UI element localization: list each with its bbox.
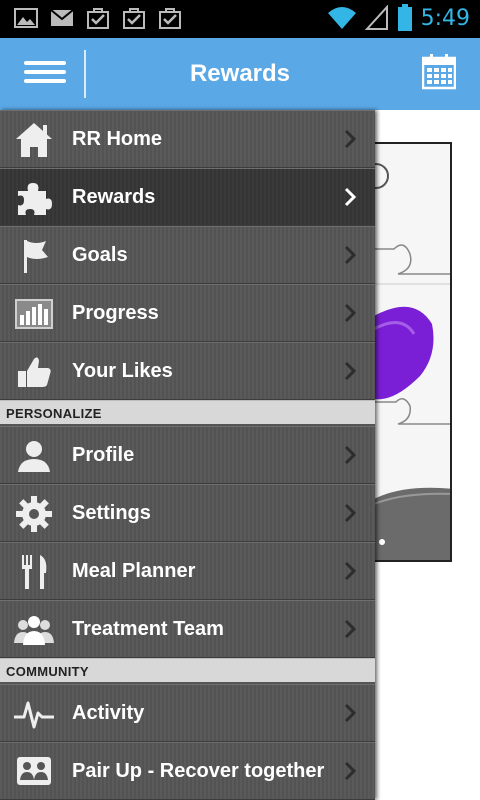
drawer-item-treatment-team[interactable]: Treatment Team (0, 600, 375, 658)
gmail-icon (50, 9, 74, 26)
signal-icon (364, 5, 388, 30)
thumbs-up-icon (18, 357, 51, 387)
battery-icon (397, 4, 412, 31)
group-icon (14, 616, 54, 645)
drawer-item-label: Progress (72, 302, 159, 324)
drawer-item-label: Pair Up - Recover together (72, 760, 325, 782)
calendar-icon[interactable] (422, 54, 456, 90)
chevron-right-icon (344, 761, 357, 781)
checkbox-bag-icon (123, 8, 145, 29)
drawer-item-rr-home[interactable]: RR Home (0, 110, 375, 168)
chevron-right-icon (344, 503, 357, 523)
chevron-right-icon (344, 619, 357, 639)
drawer-item-activity[interactable]: Activity (0, 684, 375, 742)
image-icon (14, 8, 38, 28)
flag-icon (24, 240, 48, 273)
app-bar: Rewards (0, 38, 480, 110)
drawer-item-label: RR Home (72, 128, 163, 150)
drawer-item-profile[interactable]: Profile (0, 426, 375, 484)
section-title: PERSONALIZE (6, 406, 102, 421)
pulse-icon (14, 701, 54, 729)
drawer-item-label: Activity (72, 702, 145, 724)
section-header-community: COMMUNITY (0, 658, 375, 682)
drawer-item-label: Settings (72, 502, 151, 524)
drawer-item-label: Profile (72, 444, 135, 466)
pair-icon (17, 757, 51, 785)
clock: 5:49 (420, 5, 470, 31)
fork-knife-icon (22, 555, 47, 589)
drawer-item-label: Treatment Team (72, 618, 224, 640)
status-bar: 5:49 (0, 0, 480, 38)
checkbox-bag-icon (159, 8, 181, 29)
drawer-item-label: Rewards (72, 186, 156, 208)
navigation-drawer: RR Home Rewards Goals Progress Your Like… (0, 110, 375, 800)
chevron-right-icon (344, 361, 357, 381)
home-icon (16, 123, 52, 157)
chevron-right-icon (344, 445, 357, 465)
drawer-item-goals[interactable]: Goals (0, 226, 375, 284)
gear-icon (16, 496, 52, 532)
drawer-item-progress[interactable]: Progress (0, 284, 375, 342)
reward-puzzle-image[interactable] (372, 142, 452, 562)
chevron-right-icon (344, 129, 357, 149)
section-header-personalize: PERSONALIZE (0, 400, 375, 424)
drawer-item-rewards[interactable]: Rewards (0, 168, 375, 226)
wifi-icon (327, 7, 356, 29)
drawer-item-meal-planner[interactable]: Meal Planner (0, 542, 375, 600)
chevron-right-icon (344, 703, 357, 723)
drawer-item-label: Your Likes (72, 360, 173, 382)
section-title: COMMUNITY (6, 664, 89, 679)
checkbox-bag-icon (87, 8, 109, 29)
person-icon (18, 441, 50, 472)
drawer-item-settings[interactable]: Settings (0, 484, 375, 542)
chevron-right-icon (344, 561, 357, 581)
chevron-right-icon (344, 245, 357, 265)
bar-chart-icon (15, 299, 53, 329)
drawer-item-label: Meal Planner (72, 560, 196, 582)
drawer-item-pair-up[interactable]: Pair Up - Recover together (0, 742, 375, 800)
puzzle-icon (18, 183, 52, 215)
drawer-item-your-likes[interactable]: Your Likes (0, 342, 375, 400)
chevron-right-icon (344, 187, 357, 207)
chevron-right-icon (344, 303, 357, 323)
drawer-item-label: Goals (72, 244, 128, 266)
page-title: Rewards (189, 60, 291, 87)
